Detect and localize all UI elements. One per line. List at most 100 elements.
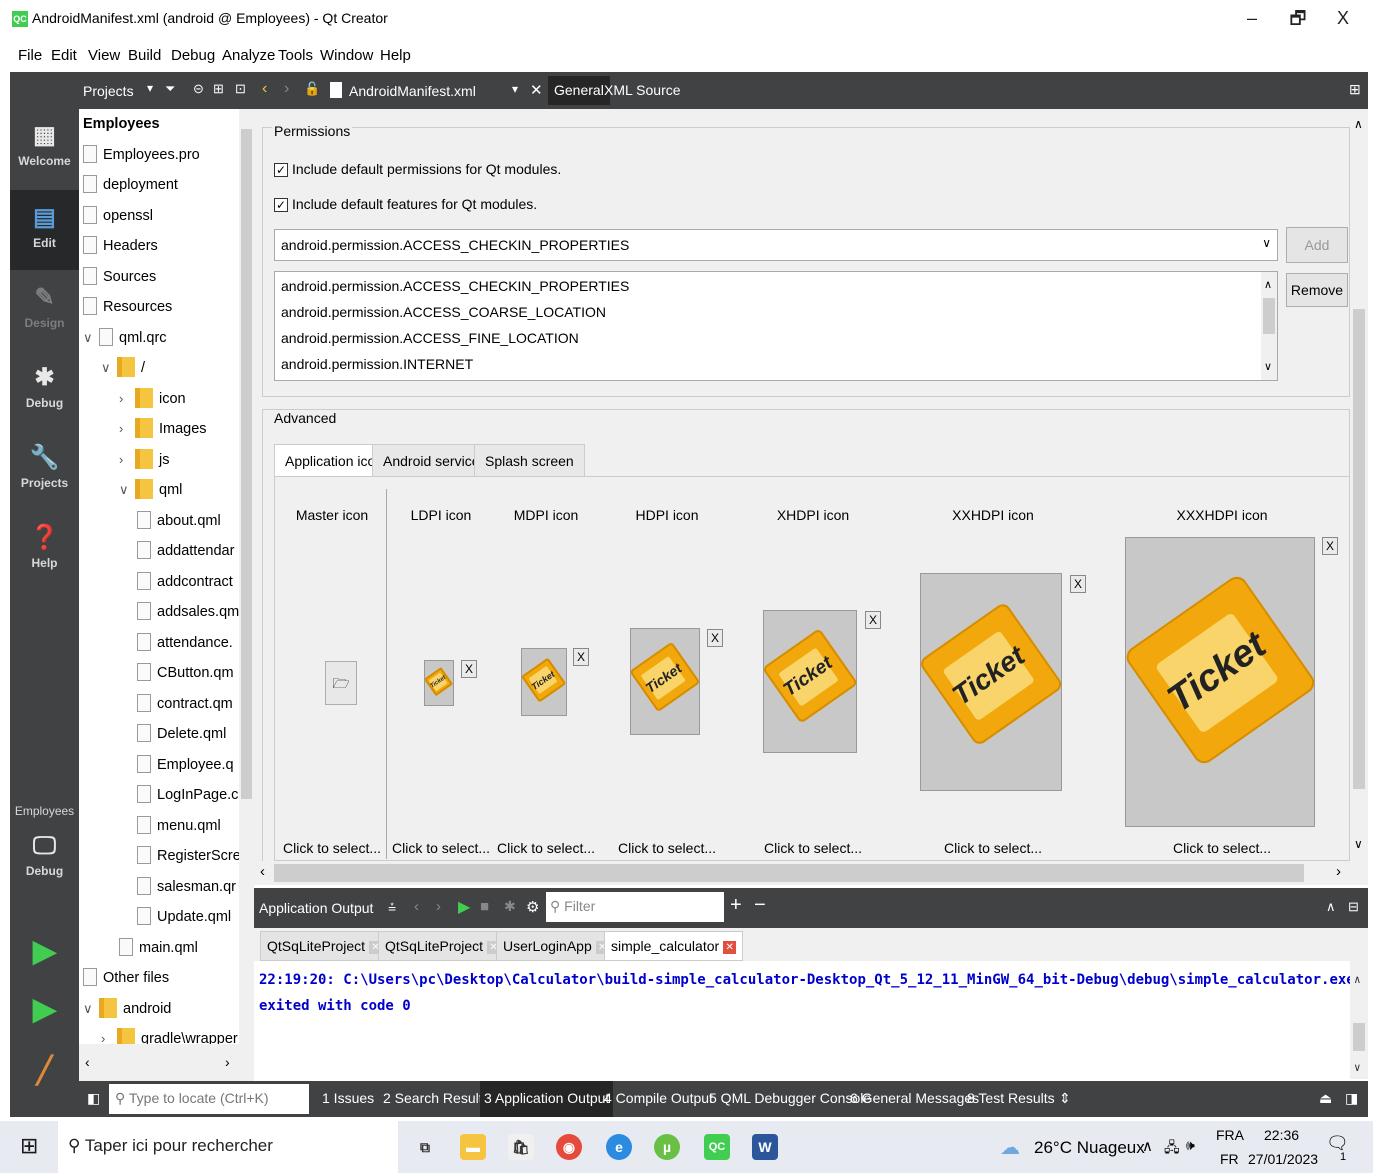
click-to-select-label[interactable]: Click to select... xyxy=(283,840,381,856)
remove-icon-button[interactable]: X xyxy=(707,629,723,647)
output-scroll-thumb[interactable] xyxy=(1353,1023,1365,1051)
remove-icon-button[interactable]: X xyxy=(865,611,881,629)
tree-item[interactable]: LogInPage.c xyxy=(137,782,238,808)
tree-item[interactable]: Employee.q xyxy=(137,752,234,778)
open-file-name[interactable]: AndroidManifest.xml xyxy=(349,83,476,99)
locator-input[interactable]: ⚲ Type to locate (Ctrl+K) xyxy=(109,1084,309,1114)
language-code[interactable]: FRA xyxy=(1216,1127,1244,1143)
tree-item[interactable]: CButton.qm xyxy=(137,660,234,686)
ticket-icon-preview[interactable]: Ticket xyxy=(1125,537,1315,827)
file-dropdown-icon[interactable]: ▾ xyxy=(512,82,518,96)
tree-item[interactable]: addsales.qm xyxy=(137,599,239,625)
attach-debugger-icon[interactable]: ✱ xyxy=(504,898,516,915)
tree-folder[interactable]: ∨ / xyxy=(101,355,145,381)
toggle-output-icon[interactable]: ◨ xyxy=(1345,1090,1358,1107)
close-pane-icon[interactable]: ⊟ xyxy=(1348,899,1359,915)
remove-icon-button[interactable]: X xyxy=(1070,575,1086,593)
back-icon[interactable]: ‹ xyxy=(262,80,267,98)
tray-overflow-icon[interactable]: ∧ xyxy=(1142,1137,1153,1155)
tree-item[interactable]: Sources xyxy=(83,264,156,290)
remove-permission-button[interactable]: Remove xyxy=(1286,273,1348,307)
build-button[interactable]: ╱ xyxy=(10,1056,79,1088)
maximize-pane-icon[interactable]: ∧ xyxy=(1326,899,1336,915)
dropdown-icon[interactable]: ▾ xyxy=(147,81,153,95)
scroll-right-icon[interactable]: › xyxy=(1336,863,1341,880)
permission-combo[interactable]: android.permission.ACCESS_CHECKIN_PROPER… xyxy=(274,229,1278,261)
chevron-right-icon[interactable]: › xyxy=(101,1026,117,1044)
scroll-right-icon[interactable]: › xyxy=(225,1054,230,1070)
tree-folder[interactable]: › gradle\wrapper xyxy=(101,1026,238,1044)
tree-folder[interactable]: ∨ android xyxy=(83,996,171,1022)
mode-welcome[interactable]: ▦ Welcome xyxy=(10,122,79,168)
pane-issues[interactable]: 1 Issues xyxy=(322,1090,374,1106)
qt-creator-taskbar-icon[interactable]: QC xyxy=(704,1134,730,1160)
remove-icon-button[interactable]: X xyxy=(1322,537,1338,555)
clock-time[interactable]: 22:36 xyxy=(1264,1127,1299,1143)
chevron-down-icon[interactable]: ∨ xyxy=(83,996,99,1022)
tree-item[interactable]: salesman.qr xyxy=(137,874,236,900)
hscroll-thumb[interactable] xyxy=(274,864,1304,882)
split-editor-icon[interactable]: ⊞ xyxy=(1349,81,1361,98)
scroll-up-icon[interactable]: ∧ xyxy=(1264,278,1272,291)
rerun-icon[interactable]: ▶ xyxy=(458,897,470,917)
tree-item[interactable]: attendance. xyxy=(137,630,233,656)
tree-hscrollbar[interactable]: ‹ › xyxy=(79,1044,254,1081)
permissions-scrollbar[interactable]: ∧ ∨ xyxy=(1261,272,1277,380)
tree-item[interactable]: RegisterScre xyxy=(137,843,241,869)
permissions-scroll-thumb[interactable] xyxy=(1263,298,1275,334)
tab-general[interactable]: General xyxy=(548,76,610,105)
utorrent-icon[interactable]: µ xyxy=(654,1134,680,1160)
output-tab[interactable]: QtSqLiteProject ✕ xyxy=(260,931,390,961)
mode-projects[interactable]: 🔧 Projects xyxy=(10,444,79,490)
add-permission-button[interactable]: Add xyxy=(1286,227,1348,263)
tree-item[interactable]: about.qml xyxy=(137,508,221,534)
menu-tools[interactable]: Tools xyxy=(278,47,313,64)
debug-run-button[interactable]: ▶ xyxy=(10,995,79,1028)
prev-icon[interactable]: ‹ xyxy=(414,898,419,915)
run-button[interactable]: ▶ xyxy=(10,937,79,970)
menu-edit[interactable]: Edit xyxy=(51,47,77,64)
forward-icon[interactable]: › xyxy=(284,80,289,98)
chrome-icon[interactable]: ◉ xyxy=(556,1134,582,1160)
ticket-icon-preview[interactable]: Ticket xyxy=(424,660,454,706)
tree-folder[interactable]: › Images xyxy=(119,416,207,442)
word-icon[interactable]: W xyxy=(752,1134,778,1160)
pane-compile-output[interactable]: 4 Compile Output xyxy=(604,1090,713,1106)
list-item[interactable]: android.permission.INTERNET xyxy=(281,356,473,372)
scroll-up-icon[interactable]: ∧ xyxy=(1354,967,1361,993)
chevron-down-icon[interactable]: ∨ xyxy=(83,325,99,351)
default-features-checkbox[interactable]: ✓ Include default features for Qt modules… xyxy=(274,196,537,213)
output-tab[interactable]: UserLoginApp ✕ xyxy=(496,931,616,961)
ticket-icon-preview[interactable]: Ticket xyxy=(920,573,1062,791)
tree-item[interactable]: Resources xyxy=(83,294,172,320)
pane-general-messages[interactable]: 6 General Messages xyxy=(850,1090,979,1106)
pane-test-results[interactable]: 8 Test Results xyxy=(967,1090,1055,1106)
click-to-select-label[interactable]: Click to select... xyxy=(392,840,490,856)
tree-scroll-thumb[interactable] xyxy=(241,129,252,799)
minimize-button[interactable]: – xyxy=(1232,4,1272,32)
stop-icon[interactable]: ■ xyxy=(480,898,489,915)
permissions-list[interactable]: android.permission.ACCESS_CHECKIN_PROPER… xyxy=(274,271,1278,381)
edge-icon[interactable]: e xyxy=(606,1134,632,1160)
mode-edit[interactable]: ▤ Edit xyxy=(10,190,79,270)
tree-item[interactable]: addattendar xyxy=(137,538,234,564)
close-button[interactable]: X xyxy=(1323,4,1363,32)
toggle-sidebar-icon[interactable]: ◧ xyxy=(87,1090,100,1107)
menu-debug[interactable]: Debug xyxy=(171,47,215,64)
tree-item[interactable]: contract.qm xyxy=(137,691,233,717)
output-scrollbar[interactable]: ∧ ∨ xyxy=(1350,961,1368,1079)
network-icon[interactable]: 🖧 xyxy=(1164,1137,1180,1161)
chevron-down-icon[interactable]: ∨ xyxy=(101,355,117,381)
click-to-select-label[interactable]: Click to select... xyxy=(618,840,716,856)
editor-hscrollbar[interactable]: ‹ › xyxy=(254,861,1368,885)
editor-scroll-thumb[interactable] xyxy=(1353,309,1365,789)
clock-date[interactable]: 27/01/2023 xyxy=(1248,1151,1318,1167)
chevron-right-icon[interactable]: › xyxy=(119,447,135,473)
output-tab[interactable]: QtSqLiteProject ✕ xyxy=(378,931,508,961)
windows-start-icon[interactable]: ⊞ xyxy=(20,1133,38,1159)
tree-item[interactable]: Employees.pro xyxy=(83,142,200,168)
mode-design[interactable]: ✎ Design xyxy=(10,284,79,330)
more-panes-icon[interactable]: ⇕ xyxy=(1059,1090,1071,1107)
volume-icon[interactable]: 🕪 xyxy=(1186,1137,1195,1154)
menu-view[interactable]: View xyxy=(88,47,120,64)
